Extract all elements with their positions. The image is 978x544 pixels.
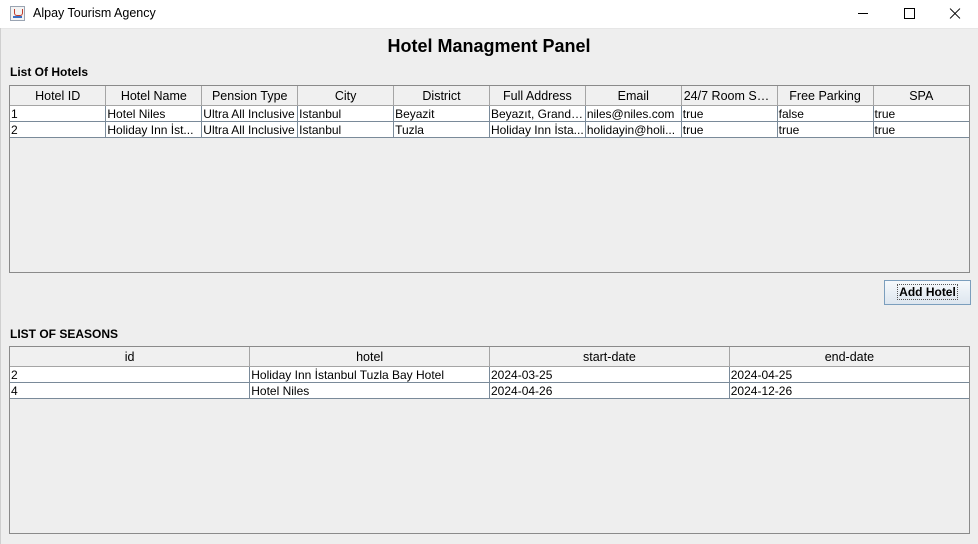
table-row[interactable]: 2 Holiday Inn İst... Ultra All Inclusive… xyxy=(10,121,969,138)
add-hotel-button-label: Add Hotel xyxy=(897,284,958,300)
seasons-section-label: LIST OF SEASONS xyxy=(10,327,119,341)
table-row[interactable]: 2 Holiday Inn İstanbul Tuzla Bay Hotel 2… xyxy=(10,366,969,383)
table-cell[interactable]: Beyazit xyxy=(393,105,490,122)
table-cell[interactable]: false xyxy=(776,105,874,122)
hotels-table[interactable]: Hotel ID Hotel Name Pension Type City Di… xyxy=(9,85,970,273)
table-row[interactable]: 1 Hotel Niles Ultra All Inclusive Istanb… xyxy=(10,105,969,122)
table-cell[interactable]: Hotel Niles xyxy=(249,382,490,399)
table-cell[interactable]: 1 xyxy=(10,105,107,122)
column-header[interactable]: Email xyxy=(584,86,682,106)
add-hotel-button[interactable]: Add Hotel xyxy=(884,280,971,305)
table-cell[interactable]: niles@niles.com xyxy=(584,105,682,122)
window-border xyxy=(0,28,1,544)
title-bar: Alpay Tourism Agency xyxy=(0,0,978,29)
column-header[interactable]: end-date xyxy=(728,347,969,367)
table-cell[interactable]: Istanbul xyxy=(297,121,395,138)
table-cell[interactable]: 2 xyxy=(10,121,107,138)
seasons-table-header: id hotel start-date end-date xyxy=(10,347,969,367)
column-header[interactable]: id xyxy=(10,347,251,367)
table-cell[interactable]: 2024-12-26 xyxy=(728,382,969,399)
table-cell[interactable]: Holiday Inn İst... xyxy=(105,121,203,138)
column-header[interactable]: Free Parking xyxy=(776,86,874,106)
maximize-icon[interactable] xyxy=(886,0,932,28)
close-icon[interactable] xyxy=(932,0,978,28)
table-cell[interactable]: Istanbul xyxy=(297,105,395,122)
window-title: Alpay Tourism Agency xyxy=(33,6,156,20)
table-cell[interactable]: true xyxy=(872,105,969,122)
table-cell[interactable]: 2 xyxy=(10,366,251,383)
table-cell[interactable]: Tuzla xyxy=(393,121,490,138)
table-cell[interactable]: 4 xyxy=(10,382,251,399)
table-cell[interactable]: Ultra All Inclusive xyxy=(201,121,299,138)
column-header[interactable]: Full Address xyxy=(488,86,586,106)
column-header[interactable]: Hotel ID xyxy=(10,86,107,106)
hotels-table-header: Hotel ID Hotel Name Pension Type City Di… xyxy=(10,86,969,106)
column-header[interactable]: hotel xyxy=(249,347,490,367)
seasons-table[interactable]: id hotel start-date end-date 2 Holiday I… xyxy=(9,346,970,534)
column-header[interactable]: City xyxy=(297,86,395,106)
table-cell[interactable]: Hotel Niles xyxy=(105,105,203,122)
column-header[interactable]: SPA xyxy=(872,86,969,106)
column-header[interactable]: start-date xyxy=(489,347,730,367)
table-cell[interactable]: 2024-04-25 xyxy=(728,366,969,383)
column-header[interactable]: Hotel Name xyxy=(105,86,203,106)
table-cell[interactable]: true xyxy=(680,121,778,138)
table-cell[interactable]: Holiday Inn İsta... xyxy=(488,121,586,138)
column-header[interactable]: Pension Type xyxy=(201,86,299,106)
table-cell[interactable]: holidayin@holi... xyxy=(584,121,682,138)
table-cell[interactable]: Holiday Inn İstanbul Tuzla Bay Hotel xyxy=(249,366,490,383)
table-cell[interactable]: true xyxy=(680,105,778,122)
java-app-icon xyxy=(10,6,25,21)
column-header[interactable]: District xyxy=(393,86,490,106)
table-cell[interactable]: true xyxy=(776,121,874,138)
table-row[interactable]: 4 Hotel Niles 2024-04-26 2024-12-26 xyxy=(10,382,969,399)
minimize-icon[interactable] xyxy=(840,0,886,28)
table-cell[interactable]: Ultra All Inclusive xyxy=(201,105,299,122)
table-cell[interactable]: 2024-04-26 xyxy=(489,382,730,399)
column-header[interactable]: 24/7 Room Ser... xyxy=(680,86,778,106)
hotels-section-label: List Of Hotels xyxy=(10,65,89,79)
page-title: Hotel Managment Panel xyxy=(387,36,591,56)
table-cell[interactable]: true xyxy=(872,121,969,138)
table-cell[interactable]: Beyazıt, Grand ... xyxy=(488,105,586,122)
table-cell[interactable]: 2024-03-25 xyxy=(489,366,730,383)
